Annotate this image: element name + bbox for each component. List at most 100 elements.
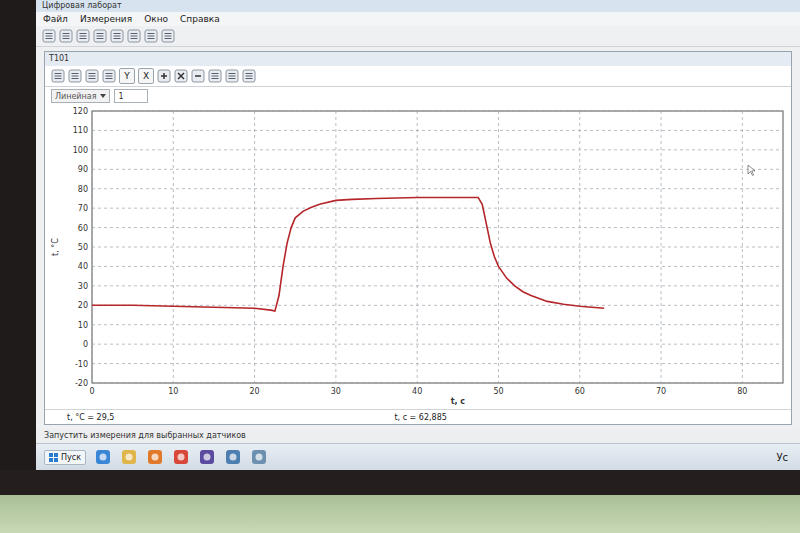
chart-toolbar: YX (45, 66, 791, 87)
windows-logo-icon (49, 453, 58, 462)
svg-text:10: 10 (168, 387, 178, 396)
zoom-icon[interactable] (102, 69, 116, 83)
bezel (0, 0, 36, 470)
svg-text:0: 0 (83, 340, 88, 349)
y-tick: 60 (78, 224, 783, 233)
y-tick: 120 (73, 107, 783, 116)
start-button[interactable]: Пуск (44, 450, 86, 465)
minus-icon[interactable] (191, 69, 205, 83)
y-axis-label: t, °C (51, 238, 60, 256)
axis-button[interactable]: Y (119, 68, 135, 84)
x-tick: 0 (89, 111, 94, 396)
svg-text:-10: -10 (75, 360, 88, 369)
columns-icon[interactable] (85, 69, 99, 83)
y-tick: 50 (78, 243, 783, 252)
page: Цифровая лаборат Файл Измерения Окно Справка… (0, 0, 800, 533)
svg-text:60: 60 (575, 387, 585, 396)
svg-text:70: 70 (656, 387, 666, 396)
menu-bar: Файл Измерения Окно Справка (36, 12, 800, 26)
menu-item[interactable]: Справка (179, 14, 221, 24)
svg-text:50: 50 (78, 243, 88, 252)
ie-icon[interactable] (94, 448, 112, 466)
x-tick: 20 (249, 111, 259, 396)
svg-text:60: 60 (78, 224, 88, 233)
media-icon[interactable] (146, 448, 164, 466)
svg-text:120: 120 (73, 107, 88, 116)
save-icon[interactable] (59, 29, 73, 43)
scale-select[interactable]: Линейная (51, 89, 110, 103)
temperature-chart: 1201101009080706050403020100-10-20010203… (48, 105, 788, 405)
folder-icon[interactable] (120, 448, 138, 466)
export-icon[interactable] (161, 29, 175, 43)
y-tick: 100 (73, 146, 783, 155)
plot-area (92, 111, 783, 383)
plot: 1201101009080706050403020100-10-20010203… (45, 105, 791, 409)
axis-button[interactable]: X (138, 68, 154, 84)
y-tick: 110 (73, 126, 783, 135)
x-tick: 30 (331, 111, 341, 396)
cursor-icon (748, 165, 755, 176)
grid-icon[interactable] (68, 69, 82, 83)
svg-text:10: 10 (78, 321, 88, 330)
y-tick: 40 (78, 262, 783, 271)
chart-icon[interactable] (144, 29, 158, 43)
scale-row: Линейная 1 (45, 87, 791, 105)
graph-app-icon[interactable] (224, 448, 242, 466)
cursor-icon[interactable] (242, 69, 256, 83)
cross-icon[interactable] (174, 69, 188, 83)
screen: Цифровая лаборат Файл Измерения Окно Справка… (36, 0, 800, 470)
x-tick: 60 (575, 111, 585, 396)
y-tick: -10 (75, 360, 783, 369)
undo-icon[interactable] (208, 69, 222, 83)
svg-text:40: 40 (78, 262, 88, 271)
tray-text: Ус (776, 452, 792, 463)
svg-text:30: 30 (331, 387, 341, 396)
svg-text:30: 30 (78, 282, 88, 291)
notepad-icon[interactable] (250, 448, 268, 466)
svg-text:100: 100 (73, 146, 88, 155)
svg-text:50: 50 (493, 387, 503, 396)
svg-text:20: 20 (78, 301, 88, 310)
svg-text:20: 20 (249, 387, 259, 396)
scale-field[interactable]: 1 (114, 89, 148, 103)
main-toolbar (36, 26, 800, 47)
y-tick: 0 (83, 340, 783, 349)
sensor-icon[interactable] (93, 29, 107, 43)
svg-text:-20: -20 (75, 379, 88, 388)
menu-item[interactable]: Окно (143, 14, 169, 24)
title-bar: Цифровая лаборат (36, 0, 800, 12)
table-icon[interactable] (127, 29, 141, 43)
x-axis-label: t, c (451, 397, 466, 405)
open-icon[interactable] (42, 29, 56, 43)
chrome-icon[interactable] (172, 448, 190, 466)
grid-icon[interactable] (76, 29, 90, 43)
y-readout: t, °C = 29,5 (67, 413, 114, 422)
status-bar: Запустить измерения для выбранных датчик… (36, 429, 800, 443)
chart-window: T101YXЛинейная11201101009080706050403020… (44, 51, 792, 425)
x-tick: 50 (493, 111, 503, 396)
dropdown-arrow-icon (100, 94, 106, 98)
y-tick: 90 (78, 165, 783, 174)
menu-item[interactable]: Файл (42, 14, 69, 24)
x-tick: 40 (412, 111, 422, 396)
svg-text:70: 70 (78, 204, 88, 213)
svg-text:40: 40 (412, 387, 422, 396)
svg-text:80: 80 (737, 387, 747, 396)
lab-icon[interactable] (198, 448, 216, 466)
camera-icon[interactable] (110, 29, 124, 43)
plus-icon[interactable] (157, 69, 171, 83)
y-tick: 30 (78, 282, 783, 291)
list-icon[interactable] (51, 69, 65, 83)
menu-item[interactable]: Измерения (79, 14, 133, 24)
temperature-line (92, 197, 604, 311)
x-readout: t, c = 62,885 (394, 413, 446, 422)
y-tick: -20 (75, 379, 783, 388)
y-tick: 70 (78, 204, 783, 213)
desk (0, 470, 800, 533)
x-tick: 80 (737, 111, 747, 396)
x-tick: 10 (168, 111, 178, 396)
monitor: Цифровая лаборат Файл Измерения Окно Справка… (0, 0, 800, 470)
fit-icon[interactable] (225, 69, 239, 83)
svg-text:80: 80 (78, 185, 88, 194)
svg-text:110: 110 (73, 126, 88, 135)
